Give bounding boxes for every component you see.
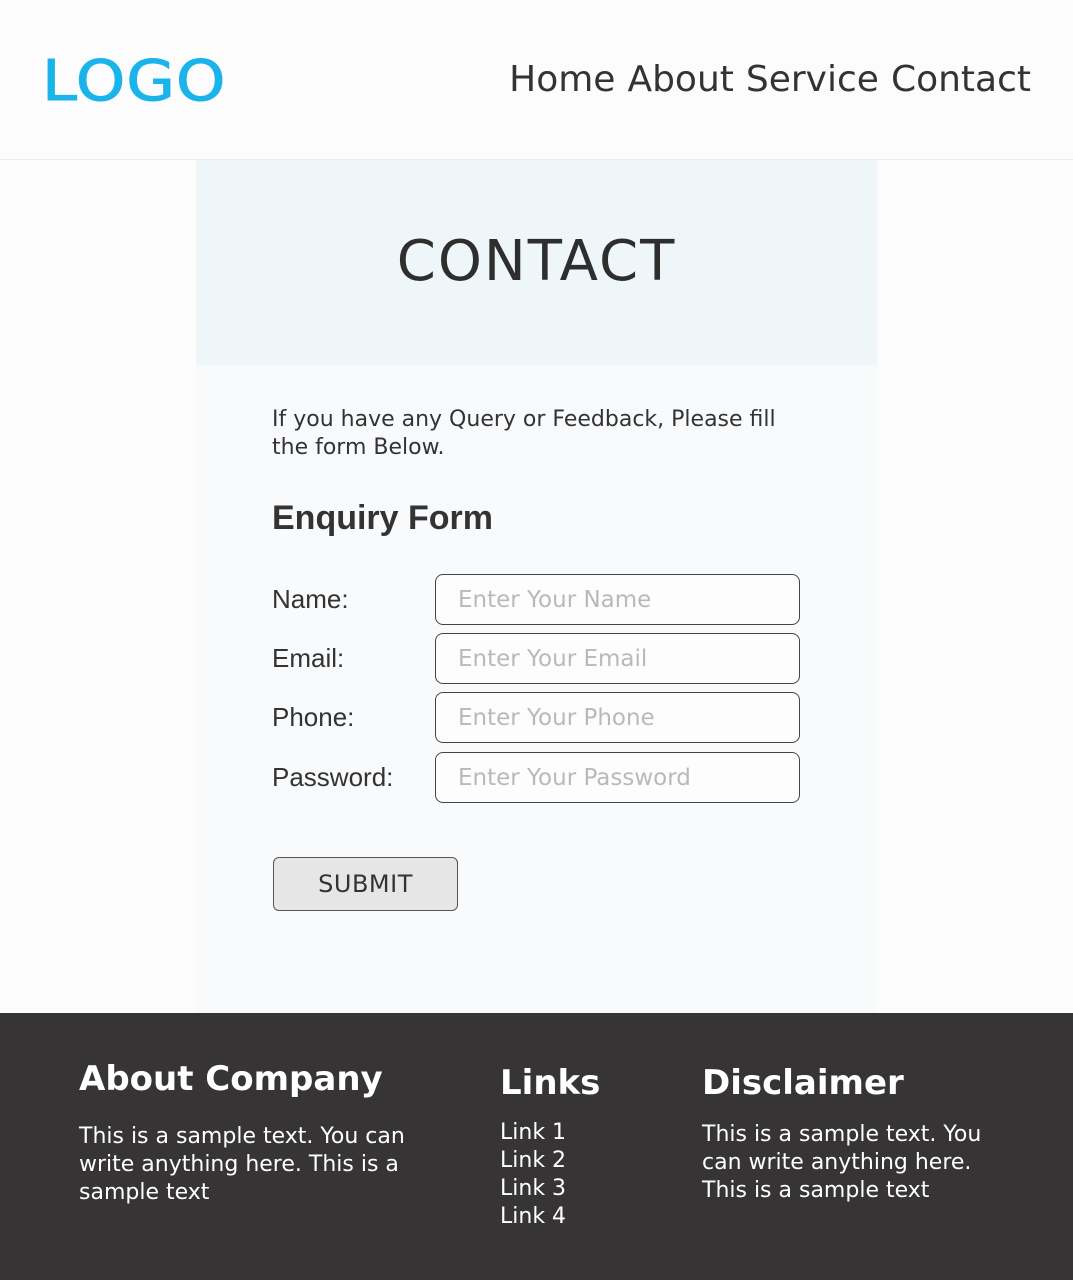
- nav-home[interactable]: Home: [509, 60, 615, 100]
- footer-links: Links Link 1 Link 2 Link 3 Link 4: [500, 1063, 660, 1231]
- password-input[interactable]: [435, 752, 800, 803]
- phone-label: Phone:: [272, 702, 355, 732]
- site-footer: About Company This is a sample text. You…: [0, 1013, 1073, 1280]
- submit-button[interactable]: SUBMIT: [273, 857, 458, 911]
- password-label: Password:: [272, 762, 394, 792]
- footer-link-2[interactable]: Link 2: [500, 1147, 660, 1175]
- form-row-email: Email:: [272, 633, 802, 685]
- name-input[interactable]: [435, 574, 800, 625]
- site-logo[interactable]: LOGO: [41, 53, 227, 110]
- footer-about: About Company This is a sample text. You…: [79, 1059, 439, 1207]
- name-label: Name:: [272, 584, 349, 614]
- phone-input[interactable]: [435, 692, 800, 743]
- nav-contact[interactable]: Contact: [891, 60, 1031, 100]
- main-nav: Home About Service Contact: [509, 60, 1031, 100]
- footer-link-4[interactable]: Link 4: [500, 1203, 660, 1231]
- nav-about[interactable]: About: [627, 60, 733, 100]
- footer-disclaimer-title: Disclaimer: [702, 1063, 904, 1103]
- footer-links-list: Link 1 Link 2 Link 3 Link 4: [500, 1119, 660, 1231]
- footer-link-1[interactable]: Link 1: [500, 1119, 660, 1147]
- footer-links-title: Links: [500, 1063, 601, 1103]
- footer-about-text: This is a sample text. You can write any…: [79, 1124, 405, 1205]
- page-title: CONTACT: [396, 229, 677, 294]
- footer-link-3[interactable]: Link 3: [500, 1175, 660, 1203]
- email-input[interactable]: [435, 633, 800, 684]
- footer-about-title: About Company: [79, 1059, 383, 1099]
- intro-text: If you have any Query or Feedback, Pleas…: [272, 407, 776, 460]
- form-title: Enquiry Form: [272, 499, 494, 537]
- form-row-phone: Phone:: [272, 692, 802, 744]
- main-content: CONTACT If you have any Query or Feedbac…: [196, 160, 877, 1013]
- form-row-name: Name:: [272, 574, 802, 626]
- footer-disclaimer: Disclaimer This is a sample text. You ca…: [702, 1063, 1012, 1205]
- email-label: Email:: [272, 643, 345, 673]
- footer-disclaimer-text: This is a sample text. You can write any…: [702, 1122, 982, 1203]
- site-header: LOGO Home About Service Contact: [0, 0, 1073, 160]
- form-row-password: Password:: [272, 752, 802, 804]
- page-banner: CONTACT: [196, 160, 877, 365]
- nav-service[interactable]: Service: [746, 60, 879, 100]
